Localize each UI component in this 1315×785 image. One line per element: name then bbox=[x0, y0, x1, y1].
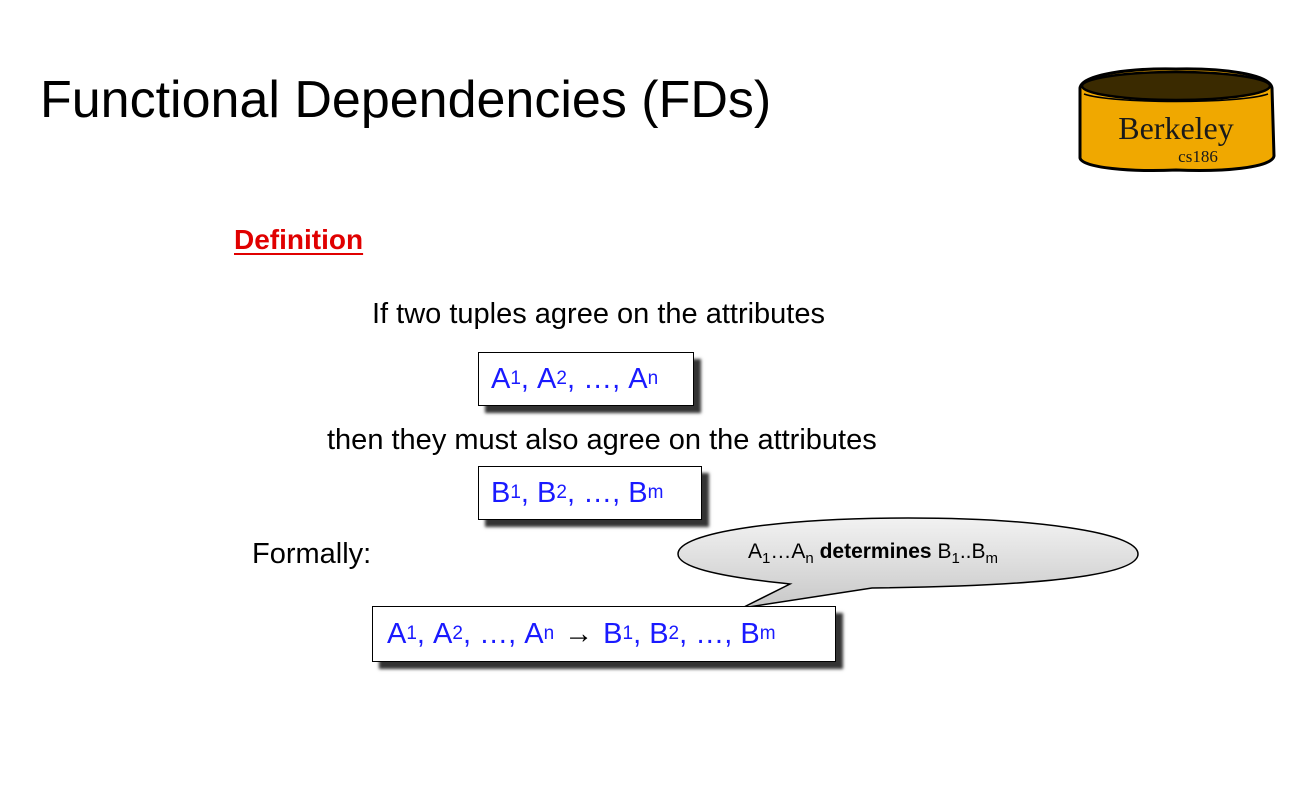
callout-bubble: A1…An determines B1..Bm bbox=[672, 514, 1144, 614]
berkeley-logo: Berkeley cs186 bbox=[1072, 64, 1280, 176]
statement-line-2: then they must also agree on the attribu… bbox=[327, 424, 877, 456]
formally-label: Formally: bbox=[252, 538, 372, 570]
attributes-b-box: B1, B2, …, Bm bbox=[478, 466, 702, 520]
a-var-2: A bbox=[537, 363, 557, 395]
database-cylinder-icon: Berkeley cs186 bbox=[1078, 67, 1276, 172]
a-ellipsis: … bbox=[583, 363, 613, 395]
slide-title: Functional Dependencies (FDs) bbox=[40, 71, 772, 129]
arrow-icon: → bbox=[564, 618, 594, 650]
b-var-1: B bbox=[491, 477, 511, 509]
b-var-2: B bbox=[537, 477, 557, 509]
a-var-n: A bbox=[628, 363, 648, 395]
b-var-m: B bbox=[628, 477, 648, 509]
statement-line-1: If two tuples agree on the attributes bbox=[372, 298, 825, 330]
attributes-a-box: A1, A2, …, An bbox=[478, 352, 694, 406]
determines-word: determines bbox=[819, 540, 932, 563]
a-var-1: A bbox=[491, 363, 511, 395]
callout-text: A1…An determines B1..Bm bbox=[748, 540, 998, 567]
fd-formula-box: A1, A2, …, An → B1, B2, …, Bm bbox=[372, 606, 836, 662]
logo-text: Berkeley bbox=[1118, 110, 1234, 146]
b-ellipsis: … bbox=[583, 477, 613, 509]
logo-subtext: cs186 bbox=[1178, 147, 1218, 166]
definition-heading: Definition bbox=[234, 224, 364, 255]
